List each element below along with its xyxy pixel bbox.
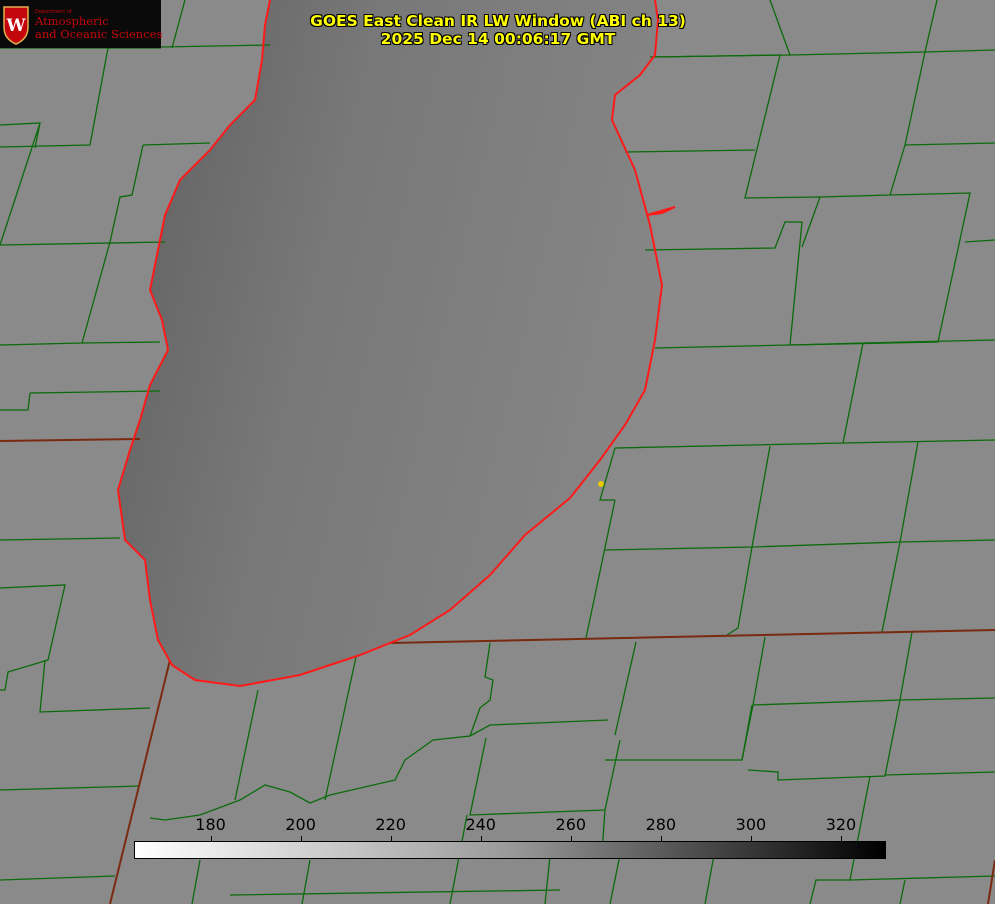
logo-line-oceanic: and Oceanic Sciences (35, 27, 163, 41)
colorbar-tick-label: 280 (645, 815, 677, 834)
colorbar-tick-label: 300 (735, 815, 767, 834)
uw-crest-icon: W (3, 6, 29, 45)
colorbar-tick-label: 180 (195, 815, 226, 834)
colorbar-tick-label: 320 (825, 815, 857, 834)
colorbar-tick-label: 260 (555, 815, 587, 834)
image-title: GOES East Clean IR LW Window (ABI ch 13) (310, 12, 686, 30)
colorbar-tick-label: 240 (465, 815, 496, 834)
satellite-map (0, 0, 995, 904)
svg-text:W: W (5, 16, 26, 36)
location-marker (598, 481, 604, 487)
colorbar-tick-label: 220 (375, 815, 406, 834)
colorbar (134, 841, 886, 859)
aos-logo: W Department of Atmospheric and Oceanic … (0, 0, 163, 48)
colorbar-tick-label: 200 (285, 815, 316, 834)
image-timestamp: 2025 Dec 14 00:06:17 GMT (380, 30, 616, 48)
